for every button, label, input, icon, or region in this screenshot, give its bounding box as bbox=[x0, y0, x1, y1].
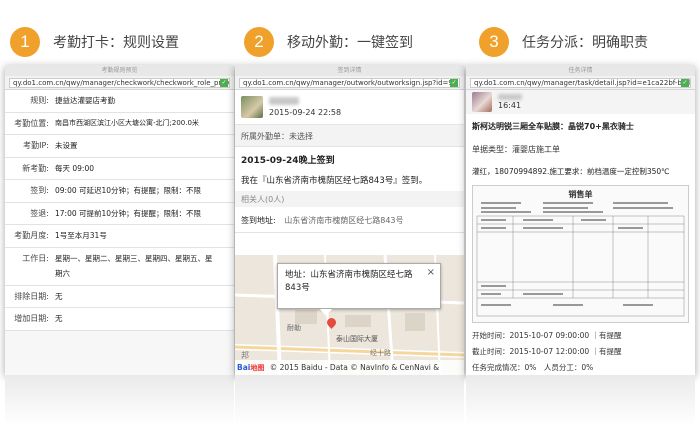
row-value: 无 bbox=[55, 291, 63, 301]
sales-document-image[interactable]: 销售单 bbox=[472, 185, 689, 323]
map-footer: Bai地图 © 2015 Baidu - Data © NavInfo & Ce… bbox=[235, 360, 464, 375]
row-label: 规则: bbox=[30, 96, 49, 106]
checkin-body: 我在『山东省济南市槐荫区经七路843号』签到。 bbox=[241, 176, 428, 186]
user-name-blurred bbox=[498, 94, 522, 100]
user-header: 2015-09-24 22:58 bbox=[235, 90, 464, 125]
step-3-header: 3 任务分派：明确职责 bbox=[479, 27, 648, 57]
avatar bbox=[472, 92, 492, 112]
url-text[interactable]: qy.do1.com.cn/qwy/manager/task/detail.js… bbox=[474, 79, 690, 87]
rule-row: 规则: 捷益达灌婴店考勤 bbox=[5, 90, 234, 113]
user-header: 16:41 bbox=[466, 90, 695, 114]
step-number: 2 bbox=[244, 27, 274, 57]
row-label: 考勤位置: bbox=[14, 118, 49, 128]
row-label: 签退: bbox=[30, 208, 49, 218]
popup-pointer bbox=[320, 309, 332, 316]
step-1-header: 1 考勤打卡：规则设置 bbox=[10, 27, 179, 57]
add-date-row: 增加日期: 无 bbox=[5, 308, 234, 331]
step-title: 任务分派：明确职责 bbox=[522, 35, 648, 51]
ip-row: 考勤IP: 未设置 bbox=[5, 135, 234, 158]
address-bar[interactable]: qy.do1.com.cn/qwy/manager/checkwork/chec… bbox=[5, 76, 234, 90]
location-row: 考勤位置: 南昌市西湖区滨江小区大塘公寓-北门;200.0米 bbox=[5, 112, 234, 135]
row-value: 星期一、星期二、星期三、星期四、星期五、星期六 bbox=[55, 254, 213, 278]
document-table bbox=[476, 202, 685, 317]
row-value: 南昌市西湖区滨江小区大塘公寓-北门;200.0米 bbox=[55, 118, 199, 127]
related-people: 相关人(0人) bbox=[235, 191, 464, 207]
address-bar[interactable]: qy.do1.com.cn/qwy/manager/task/detail.js… bbox=[466, 76, 695, 90]
outwork-unit: 所属外勤单：未选择 bbox=[235, 125, 464, 147]
checkin-row: 签到: 09:00 可延迟10分钟；有提醒；限制：不限 bbox=[5, 180, 234, 203]
user-name-blurred bbox=[269, 97, 299, 105]
checkout-row: 签退: 17:00 可提前10分钟；有提醒；限制：不限 bbox=[5, 202, 234, 225]
end-time: 截止时间：2015-10-07 12:00:00 ｜有提醒 bbox=[472, 347, 622, 356]
new-attendance-row: 新考勤: 每天 09:00 bbox=[5, 157, 234, 180]
baidu-map[interactable]: 地址：山东省济南市槐荫区经七路843号 × 耐勒 泰山国际大厦 经十路 邦 Ba… bbox=[235, 255, 464, 375]
task-time: 16:41 bbox=[498, 101, 522, 110]
row-value: 09:00 可延迟10分钟；有提醒；限制：不限 bbox=[55, 186, 202, 196]
url-text[interactable]: qy.do1.com.cn/qwy/manager/checkwork/chec… bbox=[13, 79, 229, 87]
workday-row: 工作日: 星期一、星期二、星期三、星期四、星期五、星期六 bbox=[5, 247, 234, 286]
map-label: 泰山国际大厦 bbox=[336, 335, 378, 343]
task-detail-panel: 任务详情 qy.do1.com.cn/qwy/manager/task/deta… bbox=[466, 65, 695, 375]
step-title: 移动外勤：一键签到 bbox=[287, 35, 413, 51]
close-icon[interactable]: × bbox=[427, 266, 435, 279]
task-progress: 任务完成情况：0% 人员分工：0% bbox=[472, 363, 594, 372]
sign-address-row: 签到地址: 山东省济南市槐荫区经七路843号 bbox=[235, 207, 464, 233]
task-title: 斯柯达明锐三厢全车贴膜：晶锐70+黑衣骑士 bbox=[472, 122, 634, 131]
row-label: 工作日: bbox=[22, 253, 49, 263]
row-label: 增加日期: bbox=[14, 314, 49, 324]
row-value: 17:00 可提前10分钟；有提醒；限制：不限 bbox=[55, 208, 202, 218]
shield-icon: ✓ bbox=[220, 79, 228, 87]
popup-text: 地址：山东省济南市槐荫区经七路843号 bbox=[285, 270, 413, 293]
row-label: 签到: bbox=[30, 186, 49, 196]
map-copyright[interactable]: © 2015 Baidu - Data © NavInfo & CenNavi … bbox=[270, 363, 439, 372]
window-title: 任务详情 bbox=[466, 65, 695, 76]
row-value: 无 bbox=[55, 314, 63, 324]
row-label: 排除日期: bbox=[14, 291, 49, 301]
task-desc: 灌红，18070994892.施工要求：前档温度一定控制350℃ bbox=[472, 167, 670, 176]
row-value: 每天 09:00 bbox=[55, 163, 94, 173]
attendance-rule-panel: 考勤规则预览 qy.do1.com.cn/qwy/manager/checkwo… bbox=[5, 65, 234, 375]
window-title: 考勤规则预览 bbox=[5, 65, 234, 76]
month-row: 考勤月度: 1号至本月31号 bbox=[5, 225, 234, 248]
map-label: 耐勒 bbox=[287, 324, 301, 332]
window-title: 签到详情 bbox=[235, 65, 464, 76]
row-label: 考勤IP: bbox=[23, 141, 49, 151]
address-popup: 地址：山东省济南市槐荫区经七路843号 × bbox=[277, 263, 441, 309]
map-label: 经十路 bbox=[370, 349, 391, 357]
baidu-logo: Bai bbox=[237, 363, 251, 372]
step-number: 1 bbox=[10, 27, 40, 57]
start-time: 开始时间：2015-10-07 09:00:00 ｜有提醒 bbox=[472, 331, 622, 340]
exclude-row: 排除日期: 无 bbox=[5, 285, 234, 308]
address-bar[interactable]: qy.do1.com.cn/qwy/manager/outwork/outwor… bbox=[235, 76, 464, 90]
row-value: 捷益达灌婴店考勤 bbox=[55, 96, 115, 106]
avatar bbox=[241, 96, 263, 118]
url-text[interactable]: qy.do1.com.cn/qwy/manager/outwork/outwor… bbox=[243, 79, 455, 87]
step-number: 3 bbox=[479, 27, 509, 57]
step-title: 考勤打卡：规则设置 bbox=[53, 35, 179, 51]
sign-address-value: 山东省济南市槐荫区经七路843号 bbox=[284, 216, 404, 225]
task-type: 单据类型：灌婴店施工单 bbox=[472, 145, 560, 154]
step-2-header: 2 移动外勤：一键签到 bbox=[244, 27, 413, 57]
row-label: 新考勤: bbox=[22, 163, 49, 173]
document-title: 销售单 bbox=[568, 190, 593, 199]
row-label: 考勤月度: bbox=[14, 231, 49, 241]
shield-icon: ✓ bbox=[450, 79, 458, 87]
checkin-detail-panel: 签到详情 qy.do1.com.cn/qwy/manager/outwork/o… bbox=[235, 65, 464, 375]
baidu-logo-map: 地图 bbox=[250, 364, 265, 372]
row-value: 1号至本月31号 bbox=[55, 231, 107, 241]
sign-address-label: 签到地址: bbox=[241, 216, 276, 225]
checkin-heading: 2015-09-24晚上签到 bbox=[241, 156, 335, 166]
shield-icon: ✓ bbox=[681, 79, 689, 87]
row-value: 未设置 bbox=[55, 141, 78, 151]
checkin-time: 2015-09-24 22:58 bbox=[269, 108, 342, 117]
